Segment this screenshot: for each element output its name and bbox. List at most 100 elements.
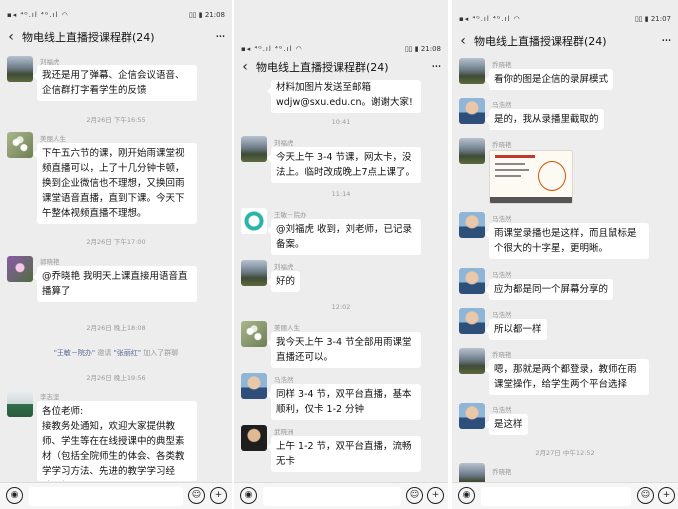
emoji-icon[interactable]: ☺ <box>637 487 654 504</box>
timestamp: 2月26日 晚上19:56 <box>86 374 146 382</box>
status-time: ▯▯ ▮ 21:07 <box>634 15 671 23</box>
input-bar: ◉ ☺ + <box>234 482 448 509</box>
sender-name: 美丽人生 <box>40 135 66 143</box>
avatar[interactable] <box>459 98 485 124</box>
message-bubble[interactable]: 是这样 <box>485 414 528 435</box>
emoji-icon[interactable]: ☺ <box>406 487 423 504</box>
avatar[interactable] <box>7 256 33 282</box>
avatar[interactable] <box>459 348 485 374</box>
plus-icon[interactable]: + <box>210 487 227 504</box>
back-arrow-icon[interactable]: ‹ <box>452 33 474 49</box>
message-bubble[interactable]: 是的，我从录播里截取的 <box>485 109 604 130</box>
message-bubble[interactable]: 上午 1-2 节，双平台直播，流畅无卡 <box>267 436 421 472</box>
status-bar: ▪◂ ⁴ᴳ.ıl ⁴ᴳ.ıl ◠ ▯▯ ▮ 21:08 <box>0 6 232 24</box>
plus-icon[interactable]: + <box>658 487 675 504</box>
avatar[interactable] <box>459 212 485 238</box>
chat-panel-3: ▪◂ ⁴ᴳ.ıl ⁴ᴳ.ıl ◠ ▯▯ ▮ 21:07 ‹ 物电线上直播授课程群… <box>452 0 678 509</box>
avatar[interactable] <box>7 56 33 82</box>
avatar[interactable] <box>241 208 267 234</box>
status-time: ▯▯ ▮ 21:08 <box>188 11 225 19</box>
voice-icon[interactable]: ◉ <box>240 487 257 504</box>
system-message-name[interactable]: "张丽红" <box>114 349 141 357</box>
system-message-name[interactable]: "王敏－院办" <box>54 349 95 357</box>
sender-name: 马浩然 <box>492 311 512 319</box>
avatar[interactable] <box>7 132 33 158</box>
system-message: "王敏－院办" 邀请 "张丽红" 加入了群聊 <box>0 348 232 358</box>
signal-icons: ▪◂ ⁴ᴳ.ıl ⁴ᴳ.ıl ◠ <box>7 11 69 19</box>
avatar[interactable] <box>459 138 485 164</box>
avatar[interactable] <box>241 373 267 399</box>
timestamp: 2月26日 下午16:55 <box>86 116 146 124</box>
chat-header: ‹ 物电线上直播授课程群(24) ··· <box>0 24 232 50</box>
input-bar: ◉ ☺ + <box>452 482 678 509</box>
back-arrow-icon[interactable]: ‹ <box>0 29 22 45</box>
voice-icon[interactable]: ◉ <box>6 487 23 504</box>
chat-panel-2: ▪◂ ⁴ᴳ.ıl ⁴ᴳ.ıl ◠ ▯▯ ▮ 21:08 ‹ 物电线上直播授课程群… <box>234 0 448 509</box>
emoji-icon[interactable]: ☺ <box>188 487 205 504</box>
sender-name: 武晓洲 <box>274 428 294 436</box>
avatar[interactable] <box>7 391 33 417</box>
image-message[interactable] <box>489 150 573 204</box>
signal-icons: ▪◂ ⁴ᴳ.ıl ⁴ᴳ.ıl ◠ <box>459 15 521 23</box>
message-bubble[interactable]: 我今天上午 3-4 节全部用雨课堂直播还可以。 <box>267 332 421 368</box>
more-options-icon[interactable]: ··· <box>208 30 232 45</box>
message-input[interactable] <box>481 487 631 506</box>
slide-toolbar <box>490 197 572 203</box>
message-bubble[interactable]: 好的 <box>266 271 301 292</box>
avatar[interactable] <box>241 260 267 286</box>
system-message-text: 邀请 <box>97 349 112 357</box>
avatar[interactable] <box>459 308 485 334</box>
message-bubble[interactable]: 下午五六节的课，刚开始雨课堂视频直播可以，上了十几分钟卡顿，换到企业微信也不理想… <box>33 143 197 224</box>
message-bubble[interactable]: 今天上午 3-4 节课，网太卡，没法上。临时改成晚上7点上课了。 <box>267 147 421 183</box>
message-bubble[interactable]: @刘福虎 收到，刘老师，已记录备案。 <box>267 219 421 255</box>
sender-name: 马浩然 <box>492 271 512 279</box>
back-arrow-icon[interactable]: ‹ <box>234 59 256 75</box>
chat-title: 物电线上直播授课程群(24) <box>256 61 389 74</box>
timestamp: 11:14 <box>331 190 351 198</box>
more-options-icon[interactable]: ··· <box>654 34 678 49</box>
sender-name: 马浩然 <box>274 376 294 384</box>
message-bubble[interactable]: 雨课堂录播也是这样，而且鼠标是个很大的十字星，更明晰。 <box>485 223 649 259</box>
avatar[interactable] <box>241 321 267 347</box>
chat-title: 物电线上直播授课程群(24) <box>474 35 607 48</box>
message-bubble[interactable]: 我还是用了弹幕、企信会议语音、企信群打字看学生的反馈 <box>33 65 197 101</box>
sender-name: 乔晓艳 <box>492 141 512 149</box>
input-bar: ◉ ☺ + <box>0 482 232 509</box>
chat-header: ‹ 物电线上直播授课程群(24) ··· <box>452 28 678 54</box>
message-bubble[interactable]: 看你的图是企信的录屏模式 <box>484 69 614 90</box>
sender-name: 乔晓艳 <box>492 351 512 359</box>
slide-line <box>495 163 525 165</box>
sender-name: 乔晓艳 <box>492 468 512 476</box>
timestamp: 2月27日 中午12:52 <box>535 449 595 457</box>
sender-name: 马浩然 <box>492 101 512 109</box>
avatar[interactable] <box>459 403 485 429</box>
message-input[interactable] <box>29 487 183 506</box>
timestamp: 12:02 <box>331 303 351 311</box>
timestamp: 2月26日 晚上18:08 <box>86 324 146 332</box>
voice-icon[interactable]: ◉ <box>458 487 475 504</box>
plus-icon[interactable]: + <box>427 487 444 504</box>
chat-title: 物电线上直播授课程群(24) <box>22 31 155 44</box>
message-bubble[interactable]: 同样 3-4 节，双平台直播，基本顺利，仅卡 1-2 分钟 <box>267 384 421 420</box>
message-bubble[interactable]: 所以都一样 <box>485 319 547 340</box>
avatar[interactable] <box>459 268 485 294</box>
chat-panel-1: ▪◂ ⁴ᴳ.ıl ⁴ᴳ.ıl ◠ ▯▯ ▮ 21:08 ‹ 物电线上直播授课程群… <box>0 0 232 509</box>
message-input[interactable] <box>263 487 401 506</box>
sender-name: 马浩然 <box>492 406 512 414</box>
message-bubble[interactable]: 嗯，那就是两个都登录，教师在雨课堂操作，给学生两个平台选择 <box>485 359 649 395</box>
more-options-icon[interactable]: ··· <box>424 60 448 75</box>
avatar[interactable] <box>241 136 267 162</box>
message-bubble[interactable]: 应为都是同一个屏幕分享的 <box>484 279 614 300</box>
avatar[interactable] <box>459 58 485 84</box>
timestamp: 2月26日 下午17:00 <box>86 238 146 246</box>
message-bubble[interactable]: @乔晓艳 我明天上课直接用语音直播算了 <box>33 266 197 302</box>
message-bubble[interactable]: 材料加图片发送至邮箱 wdjw@sxu.edu.cn。谢谢大家! <box>267 80 421 113</box>
sender-name: 刘福虎 <box>274 139 294 147</box>
slide-line <box>495 169 529 171</box>
status-time: ▯▯ ▮ 21:08 <box>404 45 441 53</box>
sender-name: 郭晓艳 <box>40 258 60 266</box>
message-bubble[interactable]: 各位老师: 接教务处通知，欢迎大家提供教师、学生等在在线授课中的典型素材（包括全… <box>37 401 197 481</box>
sender-name: 美丽人生 <box>274 324 300 332</box>
signal-icons: ▪◂ ⁴ᴳ.ıl ⁴ᴳ.ıl ◠ <box>241 45 303 53</box>
avatar[interactable] <box>241 425 267 451</box>
